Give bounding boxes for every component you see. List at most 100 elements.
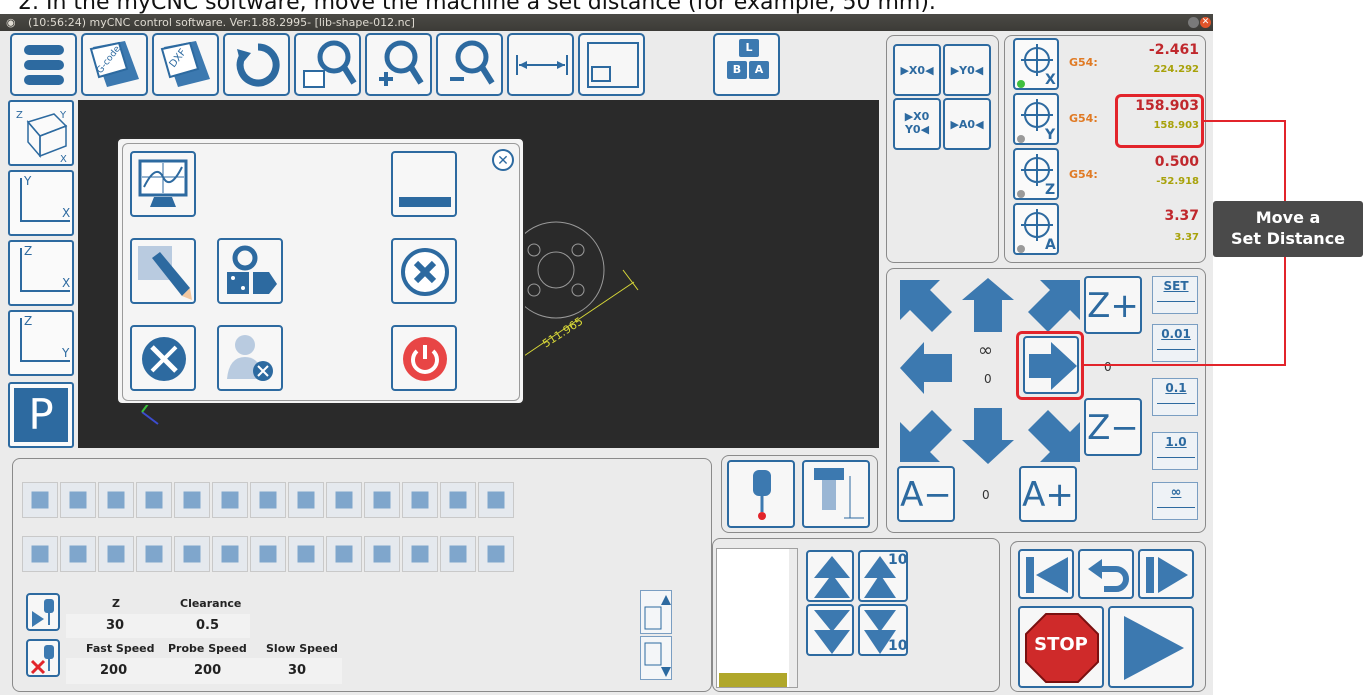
axis-x-button[interactable]: X (1013, 38, 1059, 90)
minimize-window-button[interactable] (1188, 17, 1199, 28)
probe-cancel-button[interactable] (26, 639, 60, 677)
open-gcode-button[interactable]: G-code (81, 33, 148, 96)
zoom-out-button[interactable] (436, 33, 503, 96)
jog-a-plus-button[interactable]: A+ (1019, 466, 1077, 522)
probe-shape-bottom-2-button[interactable] (60, 536, 96, 572)
jog-a-minus-button[interactable]: A− (897, 466, 955, 522)
fit-view-button[interactable] (578, 33, 645, 96)
probe-shape-bottom-7-button[interactable] (250, 536, 286, 572)
axis-y-button[interactable]: Y (1013, 93, 1059, 145)
probe-slow-speed-input[interactable]: 30 (288, 663, 306, 678)
zoom-window-icon (303, 40, 357, 88)
probe-shape-top-11-button[interactable] (402, 482, 438, 518)
probe-shape-bottom-9-button[interactable] (326, 536, 362, 572)
probe-shape-bottom-3-button[interactable] (98, 536, 134, 572)
probe-shape-top-5-button[interactable] (174, 482, 210, 518)
zero-xy-button[interactable]: ▶X0 Y0◀ (893, 98, 941, 150)
gcode-listing[interactable] (716, 548, 798, 688)
view-3d-button[interactable]: Z Y X (8, 100, 74, 166)
probe-shape-bottom-8-button[interactable] (288, 536, 324, 572)
probe-shape-top-7-button[interactable] (250, 482, 286, 518)
zoom-in-button[interactable] (365, 33, 432, 96)
gcode-scrollbar[interactable] (789, 549, 797, 687)
power-off-button[interactable] (391, 325, 457, 391)
keyboard-shortcuts-button[interactable]: L B A (713, 33, 780, 96)
close-popup-icon[interactable]: ✕ (492, 149, 514, 171)
probe-shape-bottom-5-button[interactable] (174, 536, 210, 572)
probe-shape-bottom-12-button[interactable] (440, 536, 476, 572)
probe-clearance-input[interactable]: 0.5 (196, 618, 219, 633)
probe-shape-top-8-button[interactable] (288, 482, 324, 518)
rewind-button[interactable] (1018, 549, 1074, 599)
probe-start-button[interactable] (26, 593, 60, 631)
jog-down-button[interactable] (958, 400, 1020, 462)
tool-length-button[interactable] (802, 460, 870, 528)
probe-shape-bottom-10-button[interactable] (364, 536, 400, 572)
step-1-0-button[interactable]: 1.0 (1152, 432, 1198, 470)
close-window-button[interactable]: ✕ (1200, 17, 1211, 28)
axis-z-button[interactable]: Z (1013, 148, 1059, 200)
jog-left-button[interactable] (896, 338, 958, 400)
jog-up-right-button[interactable] (1020, 276, 1082, 338)
user-settings-button[interactable] (217, 325, 283, 391)
probe-shape-bottom-4-button[interactable] (136, 536, 172, 572)
feed-down-button[interactable] (806, 604, 854, 656)
undo-button[interactable] (1078, 549, 1134, 599)
feed-up-button[interactable] (806, 550, 854, 602)
step-set-button[interactable]: SET (1152, 276, 1198, 314)
probe-shape-top-6-button[interactable] (212, 482, 248, 518)
probe-shape-bottom-1-button[interactable] (22, 536, 58, 572)
open-dxf-button[interactable]: DXF (152, 33, 219, 96)
start-button[interactable] (1108, 606, 1194, 688)
probe-monitor-button[interactable] (130, 151, 196, 217)
view-yz-button[interactable]: Z Y (8, 310, 74, 376)
probe-shape-top-9-button[interactable] (326, 482, 362, 518)
axis-a-button[interactable]: A (1013, 203, 1059, 255)
jog-z-plus-button[interactable]: Z+ (1084, 276, 1142, 334)
probe-shape-top-3-button[interactable] (98, 482, 134, 518)
main-menu-button[interactable] (10, 33, 77, 96)
probe-shape-bottom-6-button[interactable] (212, 536, 248, 572)
measure-button[interactable] (507, 33, 574, 96)
window-menu-icon[interactable]: ◉ (6, 14, 16, 31)
probe-shape-top-4-button[interactable] (136, 482, 172, 518)
probe-fast-speed-input[interactable]: 200 (100, 663, 127, 678)
probe-shape-top-13-button[interactable] (478, 482, 514, 518)
probe-probe-speed-input[interactable]: 200 (194, 663, 221, 678)
park-button[interactable]: P (8, 382, 74, 448)
zoom-window-button[interactable] (294, 33, 361, 96)
step-forward-button[interactable] (1138, 549, 1194, 599)
jog-up-left-button[interactable] (896, 276, 958, 338)
probe-shape-top-2-button[interactable] (60, 482, 96, 518)
jog-down-right-button[interactable] (1020, 400, 1082, 462)
probe-touch-button[interactable] (727, 460, 795, 528)
jog-z-minus-button[interactable]: Z− (1084, 398, 1142, 456)
probe-z-input[interactable]: 30 (106, 618, 124, 633)
edit-program-button[interactable] (130, 238, 196, 304)
probe-down-button[interactable] (640, 636, 672, 680)
probe-shape-bottom-11-button[interactable] (402, 536, 438, 572)
probe-shape-top-12-button[interactable] (440, 482, 476, 518)
view-xz-button[interactable]: Z X (8, 240, 74, 306)
jog-up-button[interactable] (958, 276, 1020, 338)
zero-a-button[interactable]: ▶A0◀ (943, 98, 991, 150)
view-xy-button[interactable]: Y X (8, 170, 74, 236)
step-infinity-button[interactable]: ∞ (1152, 482, 1198, 520)
cancel-button[interactable] (391, 238, 457, 304)
probe-shape-top-1-button[interactable] (22, 482, 58, 518)
zero-x-button[interactable]: ▶X0◀ (893, 44, 941, 96)
step-0-1-button[interactable]: 0.1 (1152, 378, 1198, 416)
jog-down-left-button[interactable] (896, 400, 958, 462)
zero-y-button[interactable]: ▶Y0◀ (943, 44, 991, 96)
stop-button[interactable]: STOP (1018, 606, 1104, 688)
feed-down-10-button[interactable]: 10 (858, 604, 908, 656)
probe-up-button[interactable] (640, 590, 672, 634)
settings-button[interactable] (130, 325, 196, 391)
step-0-01-button[interactable]: 0.01 (1152, 324, 1198, 362)
probe-shape-top-10-button[interactable] (364, 482, 400, 518)
regenerate-button[interactable] (223, 33, 290, 96)
feed-up-10-button[interactable]: 10 (858, 550, 908, 602)
tool-setup-button[interactable] (217, 238, 283, 304)
minimize-popup-button[interactable] (391, 151, 457, 217)
probe-shape-bottom-13-button[interactable] (478, 536, 514, 572)
